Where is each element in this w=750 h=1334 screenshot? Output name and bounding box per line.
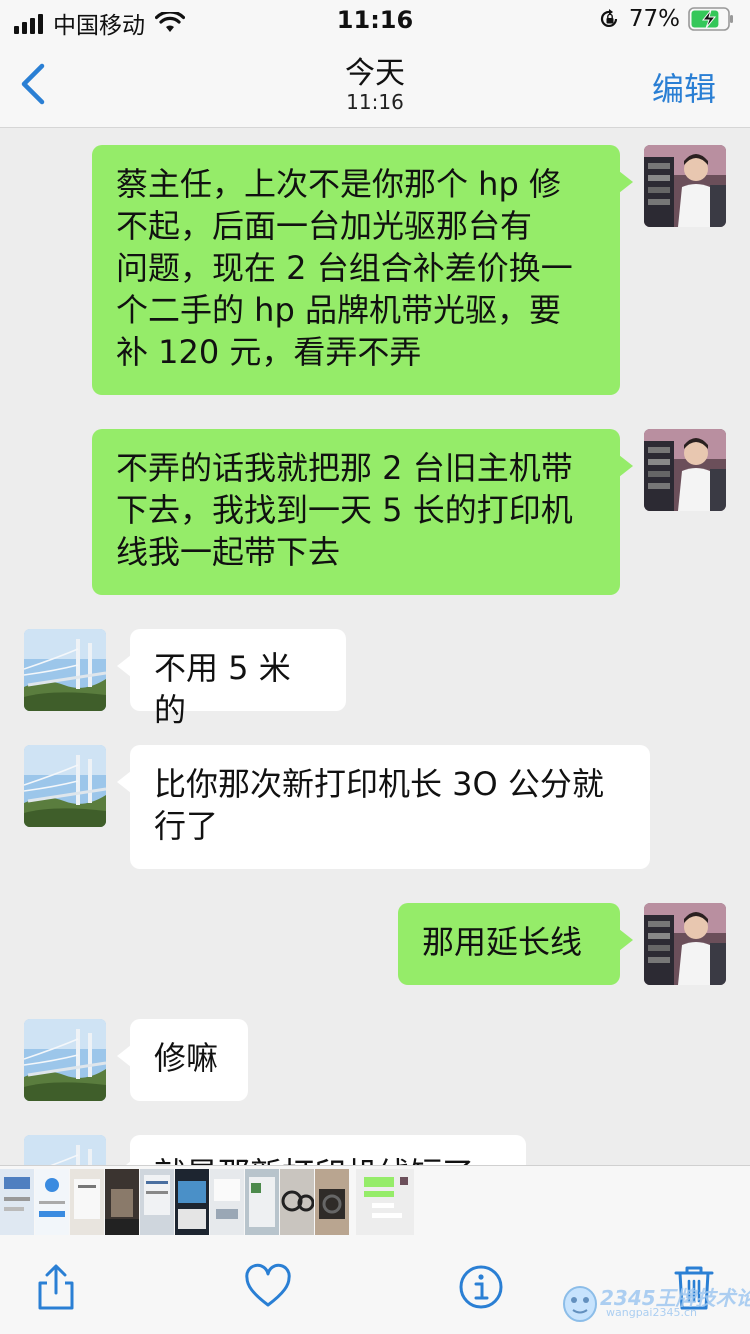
message-line: 下去，我找到一天 5 长的打印机 [116,491,573,529]
heart-icon[interactable] [244,1263,292,1311]
avatar-contact [24,745,106,827]
photo-thumbnail[interactable] [245,1169,279,1235]
message-bubble-incoming: 就是那新打印机线短了 [117,1135,526,1165]
message-line: 修嘛 [154,1039,219,1077]
info-icon[interactable] [457,1263,505,1311]
photo-thumbnail[interactable] [175,1169,209,1235]
avatar-self [644,429,726,511]
message-line: 就是那新打印机线短了 [154,1153,502,1165]
battery-charging-icon [688,7,733,31]
edit-button[interactable]: 编辑 [652,64,716,110]
message-bubble-outgoing: 蔡主任，上次不是你那个 hp 修 不起，后面一台加光驱那台有 问题，现在 2 台… [92,145,633,395]
photo-thumbnail[interactable] [0,1169,34,1235]
message-line: 补 120 元，看弄不弄 [116,333,422,371]
photo-thumbnail[interactable] [315,1169,349,1235]
photo-thumbnail[interactable] [140,1169,174,1235]
avatar-self [644,145,726,227]
page-title: 今天 [345,56,405,91]
photo-thumbnail[interactable] [70,1169,104,1235]
photo-thumbnail[interactable] [35,1169,69,1235]
message-line: 比你那次新打印机长 3O 公分就 [154,765,604,803]
watermark-mascot-icon [563,1286,597,1322]
status-bar: 中国移动 11:16 77% [0,0,750,40]
battery-percent: 77% [628,6,680,32]
orientation-lock-icon [600,9,617,28]
message-line: 那用延长线 [422,923,583,961]
avatar-contact [24,1019,106,1101]
photo-thumbnail[interactable] [280,1169,314,1235]
message-line: 行了 [154,807,219,845]
chat-screenshot[interactable]: 蔡主任，上次不是你那个 hp 修 不起，后面一台加光驱那台有 问题，现在 2 台… [0,129,750,1165]
message-bubble-outgoing: 那用延长线 [398,903,633,985]
message-line: 不弄的话我就把那 2 台旧主机带 [116,449,573,487]
watermark-url: wangpai2345.cn [606,1306,697,1319]
message-bubble-outgoing: 不弄的话我就把那 2 台旧主机带 下去，我找到一天 5 长的打印机 线我一起带下… [92,429,633,595]
avatar-contact [24,1135,106,1165]
photo-thumbnail[interactable] [210,1169,244,1235]
photo-thumbnail-strip[interactable] [0,1165,750,1237]
watermark: 2345王牌技术论坛 wangpai2345.cn [560,1278,750,1326]
message-line: 蔡主任，上次不是你那个 hp 修 [116,165,561,203]
message-bubble-incoming: 修嘛 [117,1019,248,1101]
nav-bar: 今天 11:16 编辑 [0,40,750,128]
page-subtitle: 11:16 [346,90,404,114]
message-line: 不起，后面一台加光驱那台有 [116,207,533,245]
message-line: 个二手的 hp 品牌机带光驱，要 [116,291,561,329]
avatar-self [644,903,726,985]
avatar-contact [24,629,106,711]
photo-thumbnail-current[interactable] [356,1169,414,1235]
message-line: 问题，现在 2 台组合补差价换一 [116,249,573,287]
message-line: 线我一起带下去 [116,533,341,571]
photo-thumbnail[interactable] [105,1169,139,1235]
message-line: 不用 5 米的 [154,649,291,729]
share-icon[interactable] [32,1263,80,1311]
message-bubble-incoming: 比你那次新打印机长 3O 公分就 行了 [117,745,650,869]
message-bubble-incoming: 不用 5 米的 [117,629,346,729]
